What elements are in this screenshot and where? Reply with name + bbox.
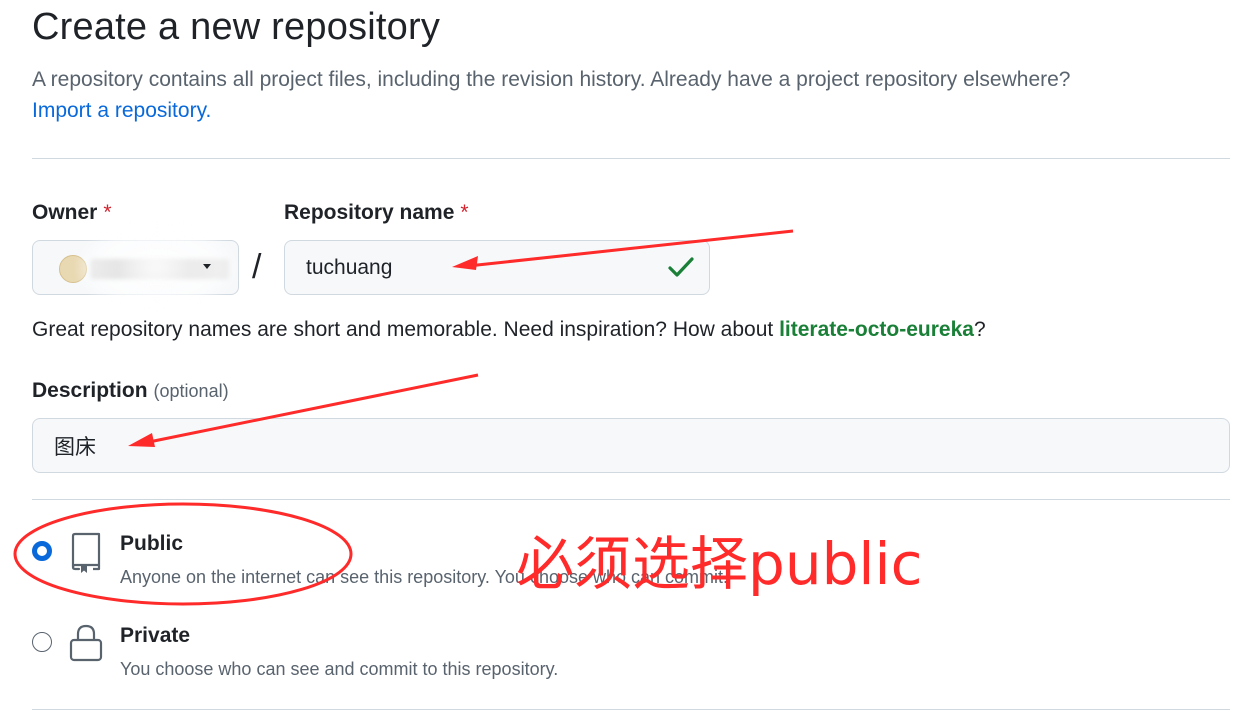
description-label-text: Description (32, 379, 148, 402)
import-repository-link[interactable]: Import a repository. (32, 98, 211, 124)
repo-name-input[interactable]: tuchuang (284, 240, 710, 295)
create-repo-page: Create a new repository A repository con… (0, 0, 1244, 720)
repo-name-label-text: Repository name (284, 201, 455, 224)
public-description: Anyone on the internet can see this repo… (120, 567, 729, 587)
private-title: Private (120, 624, 191, 647)
annotation-text: 必须选择public (516, 530, 923, 598)
repo-name-label: Repository name * (284, 201, 469, 225)
repo-name-value: tuchuang (306, 255, 393, 279)
owner-repo-separator: / (252, 248, 262, 286)
page-subtitle: A repository contains all project files,… (32, 68, 1071, 91)
description-label: Description (optional) (32, 379, 229, 403)
public-radio[interactable] (32, 541, 52, 561)
repo-name-suggestion[interactable]: literate-octo-eureka (779, 318, 974, 341)
repo-name-hint-suffix: ? (973, 318, 986, 341)
page-title: Create a new repository (32, 6, 441, 48)
description-value: 图床 (54, 434, 96, 459)
description-optional-text: (optional) (153, 381, 229, 401)
owner-redaction-blur (77, 221, 237, 313)
header-divider (32, 158, 1230, 159)
chevron-down-icon (203, 264, 211, 269)
check-icon (668, 257, 694, 277)
visibility-divider (32, 709, 1230, 710)
lock-icon (69, 624, 103, 662)
private-description: You choose who can see and commit to thi… (120, 659, 559, 679)
description-input[interactable]: 图床 (32, 418, 1230, 473)
repo-name-hint: Great repository names are short and mem… (32, 318, 986, 342)
repo-name-hint-text: Great repository names are short and mem… (32, 318, 780, 341)
public-title: Public (120, 532, 184, 555)
repo-name-required-mark: * (460, 201, 469, 224)
description-divider (32, 499, 1230, 500)
repo-icon (71, 532, 101, 573)
private-radio[interactable] (32, 632, 52, 652)
